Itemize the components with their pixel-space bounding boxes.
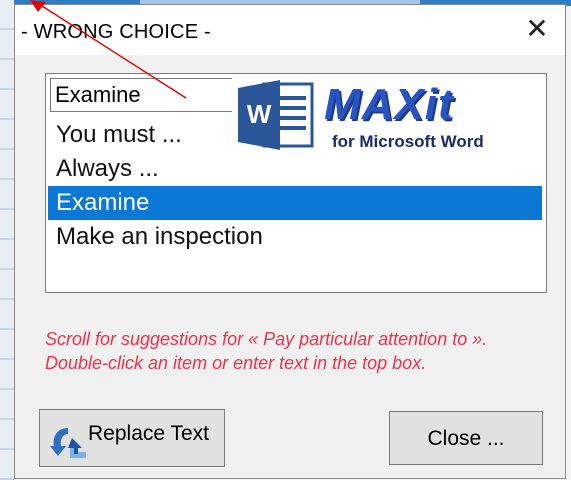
close-icon[interactable]: ✕ (523, 15, 551, 43)
replace-text-label: Replace Text (88, 422, 210, 445)
list-item[interactable]: Make an inspection (48, 220, 542, 254)
maxit-logo: W MAXit for Microsoft Word (232, 74, 522, 154)
title-bar[interactable]: - WRONG CHOICE - ✕ (15, 5, 565, 55)
replace-text-button[interactable]: Replace Text (39, 409, 225, 467)
list-item[interactable]: Always ... (48, 152, 542, 186)
maxit-brand: MAXit (324, 80, 454, 129)
maxit-tagline: for Microsoft Word (332, 132, 484, 151)
close-button[interactable]: Close ... (389, 411, 543, 465)
replace-arrow-icon (48, 424, 88, 460)
dialog-title: - WRONG CHOICE - (21, 21, 211, 43)
hint-text: Scroll for suggestions for « Pay particu… (45, 329, 488, 373)
word-icon-letter: W (247, 99, 272, 129)
word-icon: W (238, 80, 314, 150)
background-document-edge (0, 0, 14, 480)
list-item-selected[interactable]: Examine (48, 186, 542, 220)
